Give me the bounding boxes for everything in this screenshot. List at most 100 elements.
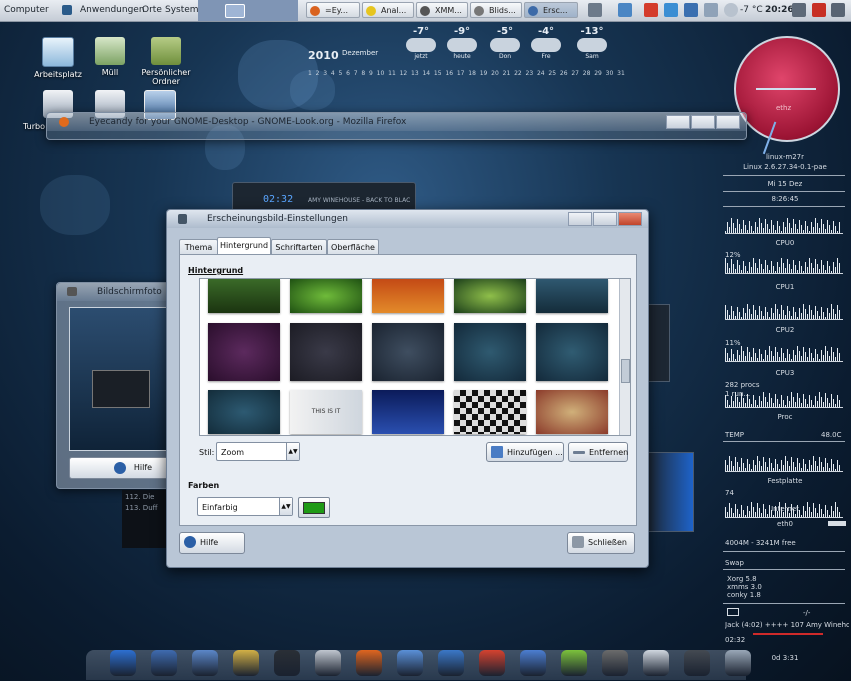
task-erscheinungsbild[interactable]: Ersc...	[524, 2, 578, 18]
disc-icon[interactable]	[643, 650, 669, 676]
power-icon[interactable]	[812, 3, 826, 17]
close-button[interactable]	[618, 212, 642, 226]
globe-icon[interactable]	[110, 650, 136, 676]
divider	[723, 569, 845, 570]
tab-oberflaeche[interactable]: Oberfläche	[327, 239, 379, 255]
graph-bar	[777, 262, 778, 273]
menu-orte[interactable]: Orte	[142, 5, 162, 15]
firefox-icon[interactable]	[356, 650, 382, 676]
network-icon[interactable]	[618, 3, 632, 17]
close-button[interactable]	[716, 115, 740, 129]
wallpaper-thumbnail[interactable]	[290, 279, 362, 313]
graph-bar	[737, 260, 738, 273]
graph-bar	[829, 313, 830, 319]
mail-icon[interactable]	[192, 650, 218, 676]
wallpaper-thumbnail[interactable]	[372, 279, 444, 313]
wallpaper-thumbnail[interactable]	[536, 390, 608, 434]
settings-icon[interactable]	[704, 3, 718, 17]
wallpaper-thumbnail[interactable]	[536, 323, 608, 381]
graph-bar	[777, 399, 778, 407]
help-icon	[114, 462, 126, 474]
scrollbar-thumb[interactable]	[621, 359, 630, 383]
show-desktop-icon[interactable]	[792, 3, 806, 17]
maximize-button[interactable]	[691, 115, 715, 129]
color-mode-combo[interactable]: Einfarbig ▲▼	[197, 497, 293, 516]
net-activity-bar	[828, 521, 846, 526]
wallpaper-thumbnail[interactable]	[454, 323, 526, 381]
system-monitor-icon[interactable]	[315, 650, 341, 676]
graph-bar	[821, 350, 822, 361]
dialog-close-button[interactable]: Schließen	[567, 532, 635, 554]
network-icon[interactable]	[438, 650, 464, 676]
task-analog[interactable]: Anal...	[362, 2, 414, 18]
firefox-titlebar[interactable]: Eyecandy for your GNOME-Desktop - GNOME-…	[47, 113, 746, 131]
color-picker-button[interactable]	[298, 497, 330, 518]
trash-icon[interactable]	[831, 3, 845, 17]
graph-bar	[727, 310, 728, 319]
workspace-switcher[interactable]	[198, 0, 298, 21]
add-wallpaper-button[interactable]: Hinzufügen ...	[486, 442, 564, 462]
maximize-button[interactable]	[593, 212, 617, 226]
wallpaper-thumbnail[interactable]	[208, 390, 280, 434]
wallpaper-thumbnail[interactable]	[454, 390, 526, 434]
temperature-readout[interactable]: -7 °C	[740, 5, 763, 15]
chat-icon[interactable]	[561, 650, 587, 676]
gallery-scrollbar[interactable]	[619, 279, 630, 435]
paint-icon[interactable]	[479, 650, 505, 676]
wallpaper-thumbnail[interactable]	[372, 323, 444, 381]
screenshot-window[interactable]: Bildschirmfoto Hilfe	[56, 282, 199, 489]
wallpaper-thumbnail[interactable]	[208, 279, 280, 313]
remove-wallpaper-button[interactable]: Entfernen	[568, 442, 628, 462]
document-icon[interactable]	[520, 650, 546, 676]
music-icon[interactable]	[397, 650, 423, 676]
calendar-month: Dezember	[342, 49, 379, 57]
wallpaper-thumbnail[interactable]	[290, 323, 362, 381]
graph-bar	[779, 469, 780, 471]
graph-bar	[773, 403, 774, 407]
camera-icon[interactable]	[684, 650, 710, 676]
wallpaper-thumbnail[interactable]	[536, 279, 608, 313]
graph-bar	[729, 456, 730, 471]
graph-bar	[767, 355, 768, 361]
gimp-icon[interactable]	[602, 650, 628, 676]
display-icon[interactable]	[664, 3, 678, 17]
dialog-help-button[interactable]: Hilfe	[179, 532, 245, 554]
graph-bar	[827, 463, 828, 471]
trash-icon[interactable]	[725, 650, 751, 676]
tab-schriftarten[interactable]: Schriftarten	[271, 239, 327, 255]
style-combo[interactable]: Zoom ▲▼	[216, 442, 300, 461]
task-eyecandy[interactable]: =Ey...	[306, 2, 360, 18]
wallpaper-thumbnail[interactable]	[454, 279, 526, 313]
graph-bar	[769, 393, 770, 407]
minimize-button[interactable]	[568, 212, 592, 226]
graph-bar	[823, 514, 824, 517]
task-bildschirmfoto[interactable]: Blids...	[470, 2, 522, 18]
wallpaper-gallery[interactable]: THIS IS IT	[199, 278, 631, 436]
wallpaper-thumbnail[interactable]	[372, 390, 444, 434]
menu-computer[interactable]: Computer	[4, 5, 49, 15]
graph-bar	[739, 467, 740, 471]
graph-bar	[781, 348, 782, 361]
monitor-icon[interactable]	[684, 3, 698, 17]
editor-icon[interactable]	[233, 650, 259, 676]
graph-bar	[785, 227, 786, 233]
task-xmms[interactable]: XMM...	[416, 2, 468, 18]
home-icon[interactable]	[151, 650, 177, 676]
temp-value: 48.0C	[821, 431, 842, 439]
tab-thema[interactable]: Thema	[179, 239, 218, 255]
wallpaper-thumbnail[interactable]	[208, 323, 280, 381]
graph-bar	[777, 464, 778, 471]
wallpaper-thumbnail[interactable]: THIS IS IT	[290, 390, 362, 434]
desktop-icon-home[interactable]: Persönlicher Ordner	[131, 37, 201, 86]
terminal-icon[interactable]	[274, 650, 300, 676]
firefox-window[interactable]: Eyecandy for your GNOME-Desktop - GNOME-…	[46, 112, 747, 140]
menu-anwendungen[interactable]: Anwendungen	[80, 5, 145, 15]
update-icon[interactable]	[644, 3, 658, 17]
panel-clock[interactable]: 20:26	[765, 5, 794, 15]
graph-bar	[735, 457, 736, 471]
minimize-button[interactable]	[666, 115, 690, 129]
appearance-dialog[interactable]: Erscheinungsbild-Einstellungen Thema Hin…	[166, 209, 649, 568]
menu-system[interactable]: System	[165, 5, 199, 15]
mail-icon	[727, 608, 739, 616]
disc-icon[interactable]	[588, 3, 602, 17]
